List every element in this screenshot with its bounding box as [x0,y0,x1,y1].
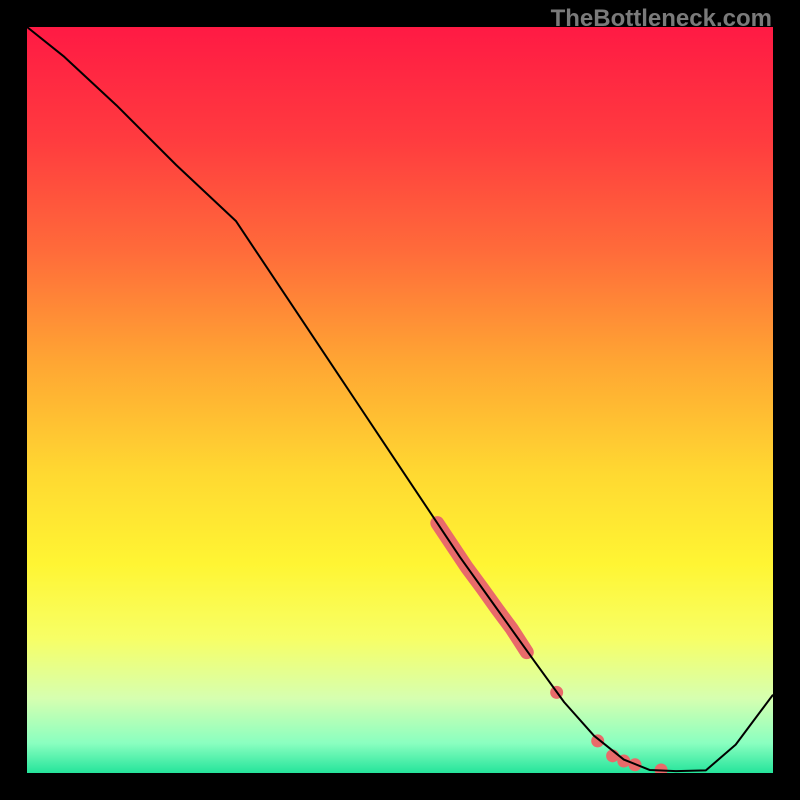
chart-frame: TheBottleneck.com [0,0,800,800]
plot-area [27,27,773,773]
chart-svg [27,27,773,773]
dots-lower [591,734,604,747]
gradient-background [27,27,773,773]
watermark-text: TheBottleneck.com [551,5,772,33]
